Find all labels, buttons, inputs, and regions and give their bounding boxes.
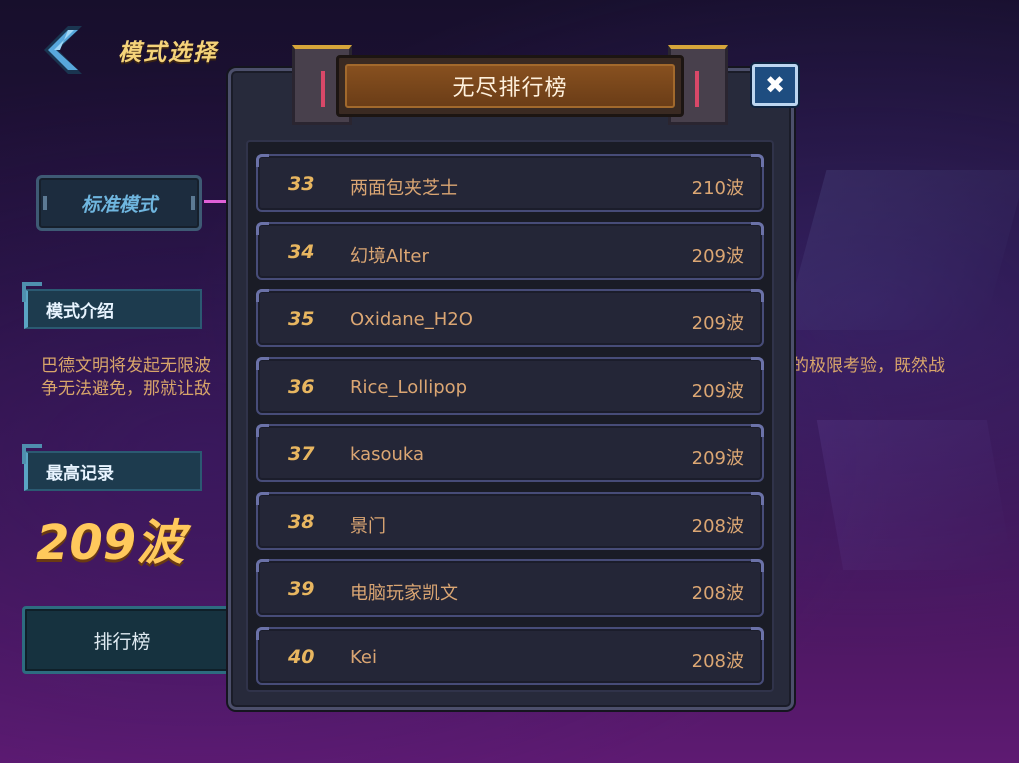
mode-description-line: 的极限考验，既然战 <box>792 356 945 376</box>
row-rank: 37 <box>288 443 315 465</box>
row-score: 208波 <box>691 651 744 672</box>
leaderboard-row[interactable]: 37 kasouka 209波 <box>256 424 764 482</box>
row-player-name: Oxidane_H2O <box>350 309 473 330</box>
leaderboard-row[interactable]: 36 Rice_Lollipop 209波 <box>256 357 764 415</box>
page-title: 模式选择 <box>118 40 218 66</box>
leaderboard-row[interactable]: 35 Oxidane_H2O 209波 <box>256 289 764 347</box>
row-rank: 35 <box>288 308 315 330</box>
row-rank: 40 <box>288 646 315 668</box>
modal-title-plate: 无尽排行榜 <box>292 45 728 127</box>
row-score: 209波 <box>691 313 744 334</box>
row-score: 209波 <box>691 381 744 402</box>
row-player-name: 景门 <box>350 516 386 537</box>
row-player-name: kasouka <box>350 444 425 465</box>
leaderboard-row[interactable]: 40 Kei 208波 <box>256 627 764 685</box>
row-score: 209波 <box>691 448 744 469</box>
back-button[interactable] <box>38 24 88 76</box>
title-plate-frame: 无尽排行榜 <box>336 55 684 117</box>
mode-intro-label: 模式介绍 <box>22 282 202 329</box>
best-record-value: 209波 <box>36 515 185 571</box>
close-icon: ✖ <box>764 71 786 99</box>
leaderboard-row[interactable]: 38 景门 208波 <box>256 492 764 550</box>
leaderboard-button[interactable]: 排行榜 <box>22 606 242 674</box>
leaderboard-row[interactable]: 39 电脑玩家凯文 208波 <box>256 559 764 617</box>
row-rank: 34 <box>288 241 315 263</box>
leaderboard-button-label: 排行榜 <box>93 630 151 653</box>
row-rank: 33 <box>288 173 315 195</box>
row-score: 209波 <box>691 246 744 267</box>
close-button[interactable]: ✖ <box>752 64 798 106</box>
row-player-name: 电脑玩家凯文 <box>350 583 458 604</box>
row-rank: 36 <box>288 376 315 398</box>
background-structure <box>783 170 1019 330</box>
row-rank: 38 <box>288 511 315 533</box>
modal-title: 无尽排行榜 <box>345 64 675 108</box>
chevron-left-icon <box>44 26 82 74</box>
mode-description-line: 争无法避免，那就让敌 <box>41 379 211 399</box>
row-score: 210波 <box>691 178 744 199</box>
row-player-name: 两面包夹芝士 <box>350 178 458 199</box>
row-player-name: Kei <box>350 647 377 668</box>
mode-connector-line <box>204 200 230 203</box>
row-rank: 39 <box>288 578 315 600</box>
mode-description-line: 巴德文明将发起无限波 <box>41 356 211 376</box>
standard-mode-button[interactable]: 标准模式 <box>36 175 202 231</box>
row-score: 208波 <box>691 516 744 537</box>
best-record-label: 最高记录 <box>22 444 202 491</box>
row-player-name: Rice_Lollipop <box>350 377 468 398</box>
leaderboard-row[interactable]: 34 幻境Alter 209波 <box>256 222 764 280</box>
leaderboard-row[interactable]: 33 两面包夹芝士 210波 <box>256 154 764 212</box>
row-score: 208波 <box>691 583 744 604</box>
background-structure <box>816 420 1014 570</box>
row-player-name: 幻境Alter <box>350 246 429 267</box>
